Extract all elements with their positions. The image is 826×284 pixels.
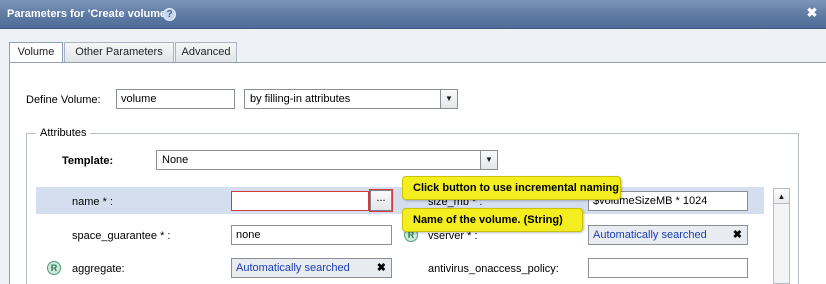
vserver-field[interactable]: Automatically searched ✖	[588, 225, 748, 245]
scroll-up-icon[interactable]: ▲	[774, 189, 789, 204]
scrollbar[interactable]: ▲	[773, 188, 790, 284]
define-volume-label: Define Volume:	[26, 94, 101, 106]
tab-advanced[interactable]: Advanced	[175, 42, 237, 62]
antivirus-onaccess-policy-input[interactable]	[588, 258, 748, 278]
chevron-down-icon[interactable]: ▼	[480, 151, 497, 169]
window-title: Parameters for 'Create volume'	[7, 8, 169, 20]
name-tooltip: Name of the volume. (String)	[402, 208, 583, 232]
attributes-legend: Attributes	[36, 127, 91, 139]
tab-volume[interactable]: Volume	[9, 42, 63, 63]
help-icon[interactable]: ?	[163, 8, 176, 21]
template-select[interactable]: None ▼	[156, 150, 498, 170]
name-input[interactable]	[231, 191, 369, 211]
space-guarantee-input[interactable]: none	[231, 225, 392, 245]
define-volume-mode-value: by filling-in attributes	[250, 93, 351, 105]
aggregate-value: Automatically searched	[236, 262, 350, 274]
aggregate-field[interactable]: Automatically searched ✖	[231, 258, 392, 278]
clear-icon[interactable]: ✖	[733, 228, 742, 242]
incremental-naming-tooltip: Click button to use incremental naming	[402, 176, 621, 200]
template-label: Template:	[62, 155, 114, 167]
antivirus-onaccess-policy-label: antivirus_onaccess_policy:	[428, 263, 559, 275]
chevron-down-icon[interactable]: ▼	[440, 90, 457, 108]
space-guarantee-label: space_guarantee * :	[72, 230, 171, 242]
aggregate-label: aggregate:	[72, 263, 125, 275]
name-label: name * :	[72, 196, 113, 208]
incremental-naming-button[interactable]: ...	[369, 189, 393, 212]
define-volume-mode-select[interactable]: by filling-in attributes ▼	[244, 89, 458, 109]
window-titlebar: Parameters for 'Create volume' ? ✖	[0, 0, 826, 29]
define-volume-input[interactable]: volume	[116, 89, 235, 109]
close-icon[interactable]: ✖	[805, 6, 819, 20]
vserver-value: Automatically searched	[593, 229, 707, 241]
tab-other-parameters[interactable]: Other Parameters	[64, 42, 174, 62]
clear-icon[interactable]: ✖	[377, 261, 386, 275]
r-icon: R	[47, 261, 61, 275]
template-value: None	[162, 154, 189, 166]
